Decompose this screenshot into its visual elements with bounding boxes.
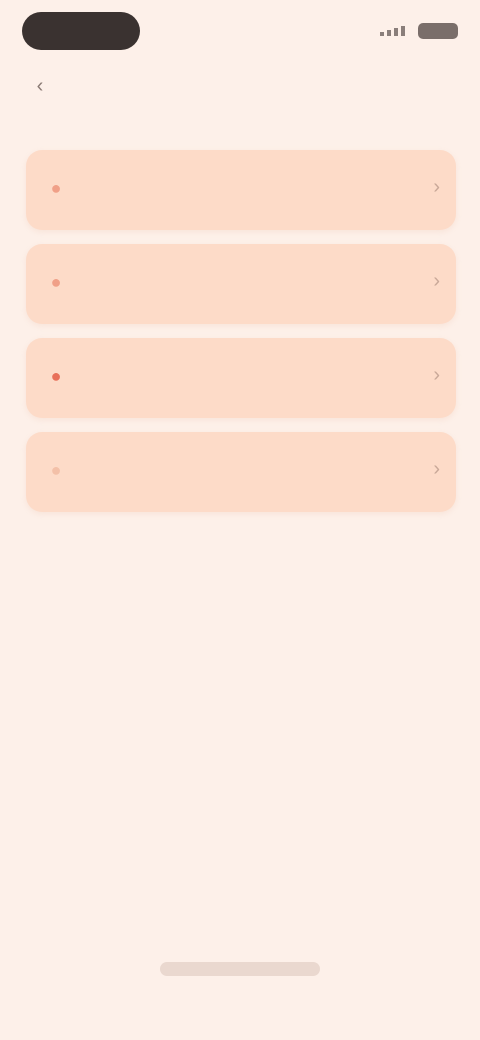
list-item[interactable]: ● › <box>26 244 456 324</box>
home-indicator[interactable] <box>160 962 320 976</box>
chevron-left-icon[interactable]: ‹ <box>26 72 54 100</box>
header: ‹ <box>26 64 456 124</box>
chevron-right-icon: › <box>433 364 440 386</box>
alert-icon: ● <box>50 459 62 480</box>
battery-icon <box>418 23 458 39</box>
chevron-right-icon: › <box>433 270 440 292</box>
signal-icon <box>380 26 405 36</box>
settings-list: ● › ● › ● › ● › <box>26 150 456 526</box>
status-time <box>22 12 140 50</box>
alert-icon: ● <box>50 271 62 292</box>
alert-icon: ● <box>50 365 62 386</box>
chevron-right-icon: › <box>433 458 440 480</box>
list-item[interactable]: ● › <box>26 150 456 230</box>
chevron-right-icon: › <box>433 176 440 198</box>
alert-icon: ● <box>50 177 62 198</box>
list-item[interactable]: ● › <box>26 432 456 512</box>
status-icons <box>380 20 458 42</box>
status-bar <box>0 0 480 62</box>
list-item[interactable]: ● › <box>26 338 456 418</box>
